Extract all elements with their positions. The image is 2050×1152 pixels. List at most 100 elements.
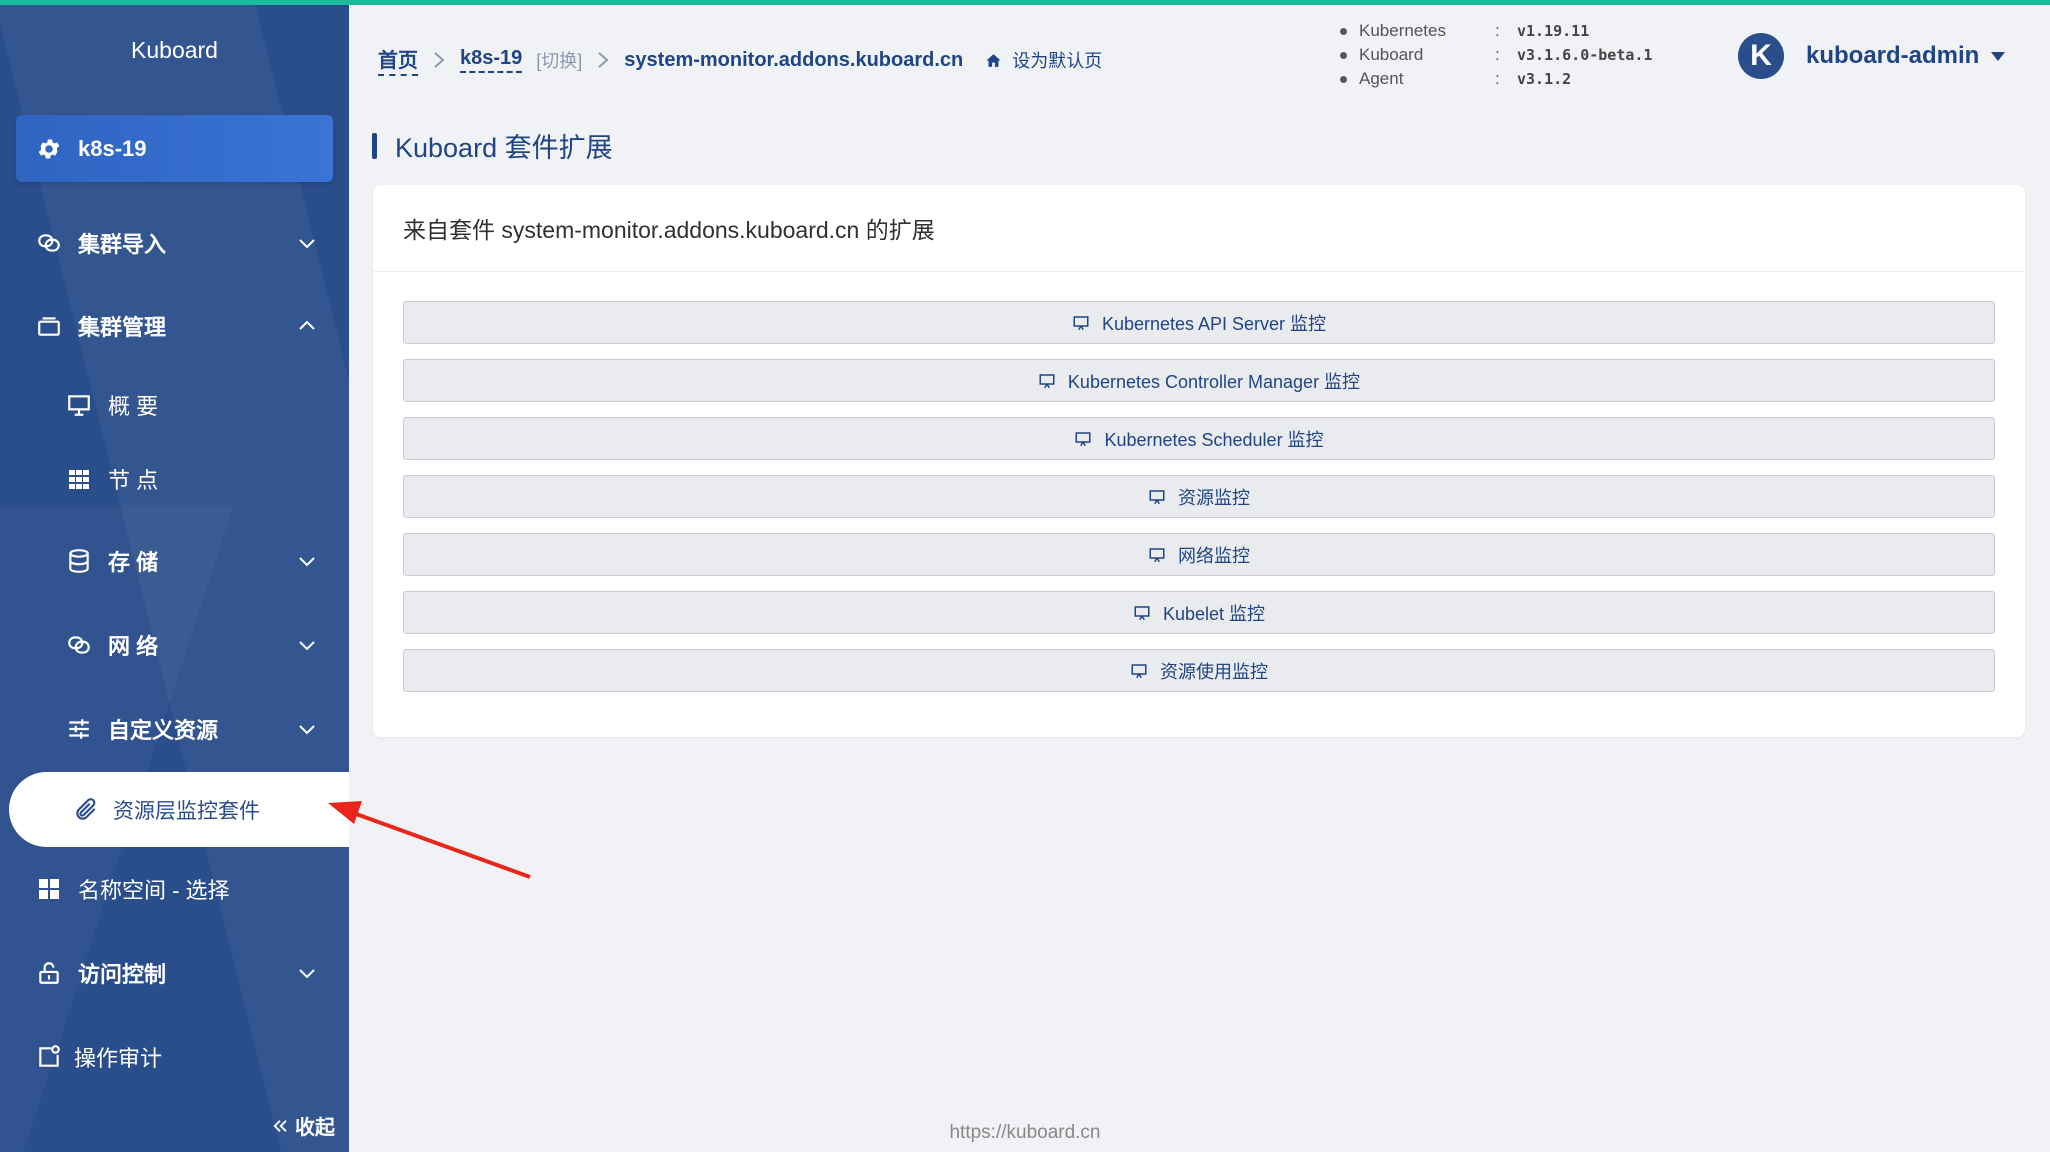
- sidebar-item-nodes[interactable]: 节 点: [0, 453, 349, 505]
- version-info: Kubernetes : v1.19.11 Kuboard : v3.1.6.0…: [1340, 19, 1652, 91]
- version-separator: :: [1495, 21, 1500, 40]
- sidebar-item-label: 节 点: [108, 468, 159, 493]
- button-label: Kubernetes Controller Manager 监控: [1067, 371, 1361, 392]
- page-title: Kuboard 套件扩展: [372, 126, 613, 165]
- kubernetes-controller-manager-monitor-button[interactable]: Kubernetes Controller Manager 监控: [403, 359, 1995, 402]
- presentation-icon: [1072, 314, 1090, 332]
- sliders-icon: [64, 714, 94, 744]
- version-row: Kuboard : v3.1.6.0-beta.1: [1340, 43, 1652, 67]
- sidebar-item-label: 集群导入: [78, 232, 167, 257]
- presentation-icon: [1074, 430, 1092, 448]
- app-logo[interactable]: Kuboard: [0, 37, 349, 64]
- kubernetes-api-server-monitor-button[interactable]: Kubernetes API Server 监控: [403, 301, 1995, 344]
- sidebar-item-network[interactable]: 网 络: [0, 619, 349, 671]
- kubernetes-scheduler-monitor-button[interactable]: Kubernetes Scheduler 监控: [403, 417, 1995, 460]
- sidebar-item-label: 集群管理: [78, 315, 167, 340]
- chevron-down-icon: [299, 641, 315, 651]
- button-label: 资源使用监控: [1160, 661, 1268, 682]
- chevron-down-icon: [299, 725, 315, 735]
- sidebar-item-cluster-import[interactable]: 集群导入: [0, 217, 349, 269]
- audit-icon: [34, 1042, 64, 1072]
- version-separator: :: [1495, 69, 1500, 88]
- title-accent-bar: [372, 132, 377, 159]
- sidebar-item-storage[interactable]: 存 储: [0, 535, 349, 587]
- network-monitor-button[interactable]: 网络监控: [403, 533, 1995, 576]
- version-value: v3.1.2: [1517, 70, 1572, 88]
- gear-icon: [36, 136, 62, 162]
- breadcrumb-home[interactable]: 首页: [378, 44, 418, 76]
- database-icon: [64, 546, 94, 576]
- switch-cluster-link[interactable]: [切换]: [536, 47, 582, 73]
- extensions-card: 来自套件 system-monitor.addons.kuboard.cn 的扩…: [373, 185, 2025, 737]
- sidebar-item-overview[interactable]: 概 要: [0, 379, 349, 431]
- version-separator: :: [1495, 45, 1500, 64]
- caret-down-icon: [1991, 51, 2006, 61]
- username: kuboard-admin: [1806, 42, 1980, 69]
- presentation-icon: [1133, 604, 1151, 622]
- presentation-icon: [1148, 488, 1166, 506]
- presentation-icon: [1038, 372, 1056, 390]
- breadcrumb-cluster[interactable]: k8s-19: [460, 47, 523, 73]
- resource-usage-monitor-button[interactable]: 资源使用监控: [403, 649, 1995, 692]
- chevron-up-icon: [299, 320, 315, 330]
- footer-link[interactable]: https://kuboard.cn: [949, 1122, 1100, 1143]
- grid-icon: [64, 464, 94, 494]
- presentation-icon: [64, 390, 94, 420]
- chevron-right-icon: [432, 50, 446, 70]
- paperclip-icon: [73, 796, 101, 824]
- version-value: v1.19.11: [1517, 22, 1590, 40]
- kubelet-monitor-button[interactable]: Kubelet 监控: [403, 591, 1995, 634]
- card-title: 来自套件 system-monitor.addons.kuboard.cn 的扩…: [403, 217, 935, 243]
- link-icon: [64, 630, 94, 660]
- sidebar-item-namespace-select[interactable]: 名称空间 - 选择: [0, 863, 349, 915]
- sidebar-item-label: 资源层监控套件: [113, 799, 260, 823]
- version-row: Agent : v3.1.2: [1340, 67, 1652, 91]
- sidebar-item-label: 访问控制: [78, 962, 167, 987]
- button-label: 资源监控: [1178, 487, 1250, 508]
- sidebar-item-label: 概 要: [108, 394, 159, 419]
- resource-monitor-button[interactable]: 资源监控: [403, 475, 1995, 518]
- sidebar-item-custom-resources[interactable]: 自定义资源: [0, 703, 349, 755]
- bullet: [1340, 27, 1347, 35]
- sidebar-item-cluster-management[interactable]: 集群管理: [0, 300, 349, 352]
- button-label: Kubelet 监控: [1162, 603, 1266, 624]
- breadcrumb-current: system-monitor.addons.kuboard.cn: [624, 48, 964, 71]
- version-row: Kubernetes : v1.19.11: [1340, 19, 1652, 43]
- sidebar-item-label: 网 络: [108, 634, 159, 659]
- bullet: [1340, 75, 1347, 83]
- chevron-down-icon: [299, 557, 315, 567]
- bullet: [1340, 51, 1347, 59]
- set-default-label: 设为默认页: [1012, 51, 1103, 71]
- chevron-down-icon: [299, 239, 315, 249]
- chevron-right-icon: [596, 50, 610, 70]
- presentation-icon: [1130, 662, 1148, 680]
- set-default-page-button[interactable]: 设为默认页: [985, 47, 1102, 73]
- presentation-icon: [1148, 546, 1166, 564]
- avatar: K: [1738, 33, 1784, 79]
- sidebar: Kuboard k8s-19 集群导入 集群管理 概 要 节 点 存 储 网 络…: [0, 5, 349, 1152]
- button-label: 网络监控: [1178, 545, 1250, 566]
- chevron-down-icon: [299, 969, 315, 979]
- version-name: Kubernetes: [1359, 21, 1446, 40]
- breadcrumb: 首页 k8s-19 [切换] system-monitor.addons.kub…: [378, 44, 1102, 76]
- page-title-text: Kuboard 套件扩展: [395, 133, 613, 163]
- user-menu[interactable]: K kuboard-admin: [1738, 33, 2006, 79]
- sidebar-item-audit[interactable]: 操作审计: [0, 1031, 349, 1083]
- version-name: Agent: [1359, 69, 1404, 88]
- arrow-line: [347, 809, 531, 879]
- cluster-name: k8s-19: [78, 135, 147, 161]
- apps-icon: [34, 874, 64, 904]
- sidebar-item-label: 自定义资源: [108, 718, 219, 743]
- folder-icon: [34, 311, 64, 341]
- sidebar-item-label: 存 储: [108, 550, 159, 575]
- sidebar-item-access-control[interactable]: 访问控制: [0, 947, 349, 999]
- sidebar-item-label: 操作审计: [74, 1046, 163, 1071]
- lock-icon: [34, 958, 64, 988]
- cluster-card[interactable]: k8s-19: [16, 115, 333, 182]
- home-icon: [986, 53, 1001, 67]
- card-header: 来自套件 system-monitor.addons.kuboard.cn 的扩…: [373, 185, 2025, 272]
- sidebar-item-resource-monitor-suite[interactable]: 资源层监控套件: [9, 772, 349, 847]
- sidebar-item-label: 名称空间 - 选择: [78, 878, 230, 903]
- link-icon: [34, 228, 64, 258]
- button-label: Kubernetes API Server 监控: [1101, 313, 1327, 334]
